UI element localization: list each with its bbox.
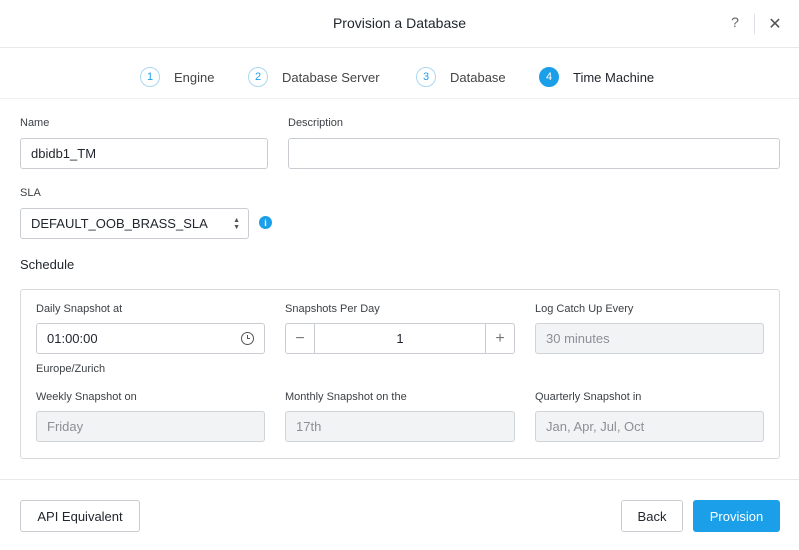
- monthly-snapshot-label: Monthly Snapshot on the: [285, 391, 407, 403]
- weekly-snapshot-input: Friday: [36, 411, 265, 442]
- header-divider: [754, 14, 755, 34]
- step-engine[interactable]: 1 Engine: [140, 67, 214, 87]
- step-label: Engine: [174, 69, 215, 85]
- daily-snapshot-value: 01:00:00: [47, 331, 98, 346]
- snapshots-per-day-value[interactable]: 1: [315, 324, 485, 353]
- monthly-snapshot-input: 17th: [285, 411, 515, 442]
- quarterly-snapshot-label: Quarterly Snapshot in: [535, 391, 642, 403]
- weekly-snapshot-value: Friday: [47, 419, 84, 434]
- step-label: Database: [450, 69, 506, 85]
- log-catch-up-label: Log Catch Up Every: [535, 303, 634, 315]
- decrement-button[interactable]: −: [286, 324, 315, 353]
- info-icon[interactable]: i: [259, 216, 272, 229]
- description-input[interactable]: [288, 138, 780, 169]
- step-number: 4: [539, 67, 559, 87]
- step-number: 1: [140, 67, 160, 87]
- close-icon[interactable]: ✕: [766, 14, 784, 34]
- snapshots-per-day-stepper: − 1 +: [285, 323, 515, 354]
- provision-button[interactable]: Provision: [693, 500, 780, 532]
- schedule-title: Schedule: [20, 257, 75, 272]
- log-catch-up-value: 30 minutes: [546, 331, 610, 346]
- name-value: dbidb1_TM: [31, 146, 97, 161]
- timezone-label: Europe/Zurich: [36, 363, 106, 375]
- log-catch-up-input: 30 minutes: [535, 323, 764, 354]
- select-arrows-icon: ▲ ▼: [233, 217, 240, 231]
- name-label: Name: [20, 117, 50, 129]
- step-label: Database Server: [282, 69, 380, 85]
- increment-button[interactable]: +: [485, 324, 514, 353]
- sla-value: DEFAULT_OOB_BRASS_SLA: [31, 216, 208, 231]
- weekly-snapshot-label: Weekly Snapshot on: [36, 391, 137, 403]
- sla-label: SLA: [20, 187, 41, 199]
- modal-footer: API Equivalent Back Provision: [0, 479, 799, 550]
- step-number: 2: [248, 67, 268, 87]
- back-button[interactable]: Back: [621, 500, 683, 532]
- snapshots-per-day-label: Snapshots Per Day: [285, 303, 380, 315]
- daily-snapshot-time-input[interactable]: 01:00:00: [36, 323, 265, 354]
- description-label: Description: [288, 117, 344, 129]
- monthly-snapshot-value: 17th: [296, 419, 322, 434]
- step-time-machine[interactable]: 4 Time Machine: [539, 67, 654, 87]
- wizard-steps: 1 Engine 2 Database Server 3 Database 4 …: [0, 48, 799, 99]
- quarterly-snapshot-input: Jan, Apr, Jul, Oct: [535, 411, 764, 442]
- daily-snapshot-label: Daily Snapshot at: [36, 303, 123, 315]
- api-equivalent-button[interactable]: API Equivalent: [20, 500, 140, 532]
- modal-title: Provision a Database: [332, 15, 467, 31]
- sla-select[interactable]: DEFAULT_OOB_BRASS_SLA ▲ ▼: [20, 208, 249, 239]
- modal-header: Provision a Database ? ✕: [0, 0, 799, 48]
- name-input[interactable]: dbidb1_TM: [20, 138, 268, 169]
- step-database-server[interactable]: 2 Database Server: [248, 67, 380, 87]
- help-icon[interactable]: ?: [727, 14, 743, 34]
- step-database[interactable]: 3 Database: [416, 67, 506, 87]
- clock-icon[interactable]: [241, 332, 254, 345]
- quarterly-snapshot-value: Jan, Apr, Jul, Oct: [546, 419, 645, 434]
- step-number: 3: [416, 67, 436, 87]
- step-label: Time Machine: [573, 69, 655, 85]
